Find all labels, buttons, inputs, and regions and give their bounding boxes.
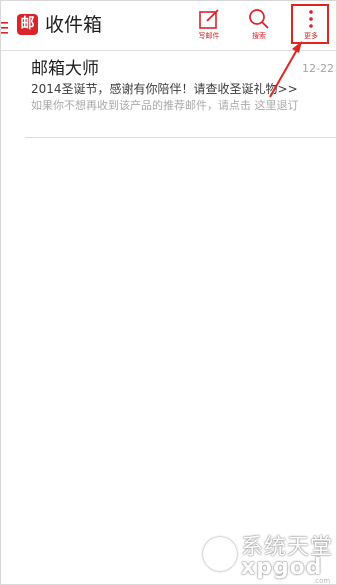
watermark: 系统天堂 xpgod .com — [201, 527, 336, 585]
more-label: 更多 — [304, 32, 318, 40]
more-button[interactable]: 更多 — [291, 7, 331, 45]
compose-button[interactable]: 写邮件 — [189, 7, 229, 45]
hamburger-icon[interactable] — [1, 19, 9, 34]
top-toolbar: 邮 收件箱 写邮件 搜索 更多 — [1, 1, 336, 51]
mail-date: 12-22 — [302, 62, 334, 75]
compose-label: 写邮件 — [198, 32, 220, 40]
mail-subject: 2014圣诞节，感谢有你陪伴！请查收圣诞礼物>> — [31, 82, 298, 96]
search-button[interactable]: 搜索 — [239, 7, 279, 45]
page-title: 收件箱 — [45, 14, 103, 36]
compose-icon — [199, 9, 219, 29]
more-vertical-icon — [309, 10, 313, 28]
watermark-logo-icon — [203, 537, 237, 571]
mail-sender: 邮箱大师 — [31, 59, 99, 79]
watermark-domain: .com — [313, 577, 331, 585]
search-icon — [249, 9, 269, 29]
app-logo: 邮 — [17, 14, 38, 35]
mail-list-item[interactable]: 邮箱大师 12-22 2014圣诞节，感谢有你陪伴！请查收圣诞礼物>> 如果你不… — [25, 51, 336, 138]
app-window: 邮 收件箱 写邮件 搜索 更多 邮箱大师 12-22 2014圣诞节，感谢有你陪… — [0, 0, 337, 585]
watermark-sub: xpgod — [241, 555, 323, 580]
mail-preview: 如果你不想再收到该产品的推荐邮件，请点击 这里退订 — [31, 99, 299, 112]
search-label: 搜索 — [252, 32, 266, 40]
